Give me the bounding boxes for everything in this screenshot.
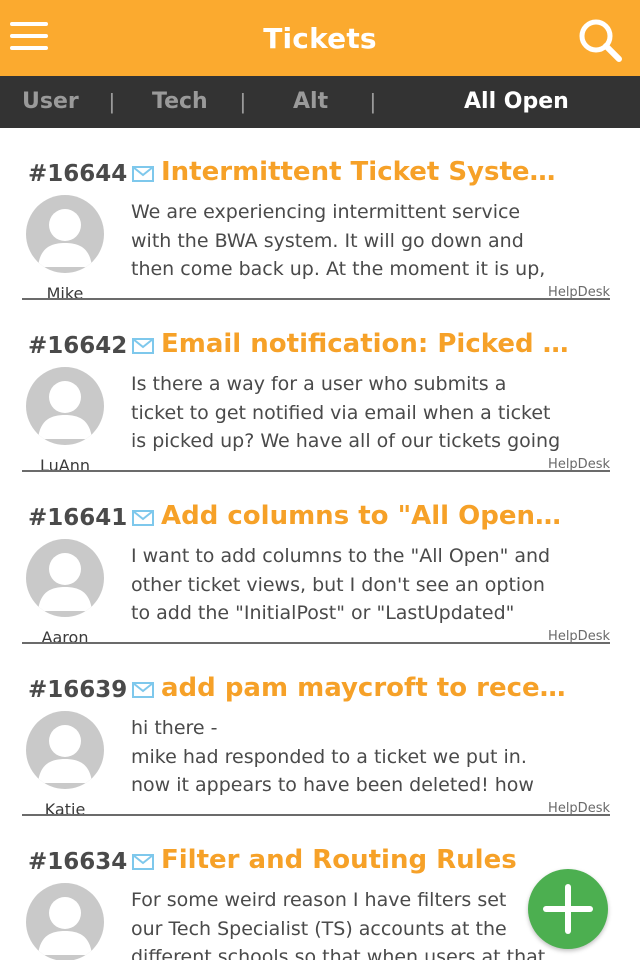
email-icon xyxy=(132,338,154,354)
search-icon[interactable] xyxy=(576,16,624,64)
ticket-view-tabs: User | Tech | Alt | All Open xyxy=(0,76,640,128)
ticket-source: HelpDesk xyxy=(548,801,610,816)
ticket-preview: hi there - mike had responded to a ticke… xyxy=(131,717,534,796)
ticket-subject[interactable]: Intermittent Ticket System S... xyxy=(161,157,571,187)
avatar-icon xyxy=(26,367,104,445)
hamburger-menu-icon[interactable] xyxy=(10,20,48,54)
email-icon xyxy=(132,682,154,698)
tab-separator: | xyxy=(370,89,376,114)
tab-alt[interactable]: Alt xyxy=(293,76,328,128)
ticket-list-item[interactable]: #16642 LuAnn Email notification: Picked … xyxy=(0,300,640,475)
email-icon xyxy=(132,166,154,182)
tab-all-open[interactable]: All Open xyxy=(464,76,569,128)
ticket-number: #16634 xyxy=(28,849,128,875)
ticket-preview: Is there a way for a user who submits a … xyxy=(131,373,561,452)
ticket-number: #16644 xyxy=(28,161,128,187)
app-header: Tickets xyxy=(0,0,640,76)
ticket-number: #16642 xyxy=(28,333,128,359)
ticket-number: #16641 xyxy=(28,505,128,531)
ticket-subject[interactable]: Email notification: Picked Up ... xyxy=(161,329,571,359)
ticket-preview: I want to add columns to the "All Open" … xyxy=(131,545,551,624)
ticket-subject[interactable]: Filter and Routing Rules xyxy=(161,845,571,875)
avatar-icon xyxy=(26,195,104,273)
ticket-number: #16639 xyxy=(28,677,128,703)
avatar-icon xyxy=(26,539,104,617)
email-icon xyxy=(132,854,154,870)
avatar-icon xyxy=(26,883,104,960)
ticket-list: #16644 Mike Intermittent Ticket System S… xyxy=(0,128,640,960)
ticket-source: HelpDesk xyxy=(548,629,610,644)
tab-separator: | xyxy=(109,89,115,114)
ticket-source: HelpDesk xyxy=(548,457,610,472)
ticket-preview: We are experiencing intermittent service… xyxy=(131,201,546,280)
ticket-list-item[interactable]: #16641 Aaron Add columns to "All Open" a… xyxy=(0,472,640,647)
tab-tech[interactable]: Tech xyxy=(152,76,208,128)
ticket-list-item[interactable]: #16644 Mike Intermittent Ticket System S… xyxy=(0,128,640,303)
add-ticket-button[interactable] xyxy=(528,869,608,949)
plus-icon xyxy=(543,884,593,934)
avatar-icon xyxy=(26,711,104,789)
ticket-subject[interactable]: add pam maycroft to receive ... xyxy=(161,673,571,703)
tab-user[interactable]: User xyxy=(22,76,79,128)
email-icon xyxy=(132,510,154,526)
ticket-preview: For some weird reason I have filters set… xyxy=(131,889,546,960)
ticket-source: HelpDesk xyxy=(548,285,610,300)
tab-separator: | xyxy=(240,89,246,114)
ticket-list-item[interactable]: #16639 Katie add pam maycroft to receive… xyxy=(0,644,640,819)
app-screen: Tickets User | Tech | Alt | All Open #16… xyxy=(0,0,640,960)
page-title: Tickets xyxy=(263,21,377,55)
ticket-subject[interactable]: Add columns to "All Open" a... xyxy=(161,501,571,531)
